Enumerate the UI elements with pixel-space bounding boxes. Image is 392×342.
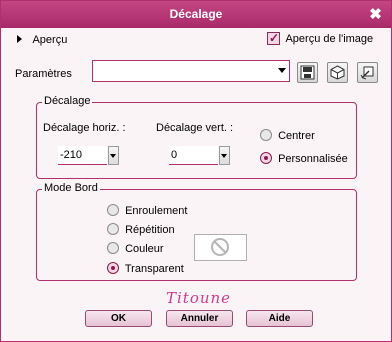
vert-offset-input[interactable]: 0: [169, 146, 218, 165]
radio-wrap[interactable]: Enroulement: [107, 204, 187, 218]
preview-image-checkbox[interactable]: Aperçu de l'image: [267, 31, 374, 46]
chevron-down-icon: [278, 68, 286, 73]
randomize-button[interactable]: [327, 62, 348, 83]
radio-wrap-label: Enroulement: [125, 205, 188, 217]
save-icon: [300, 65, 315, 80]
expand-arrow-icon: [17, 35, 22, 43]
radio-custom-label: Personnalisée: [278, 153, 348, 165]
vert-offset-label: Décalage vert. :: [156, 122, 234, 134]
radio-button[interactable]: [107, 262, 119, 274]
horiz-offset-input[interactable]: -210: [58, 146, 107, 165]
edge-mode-group-title: Mode Bord: [42, 182, 100, 194]
preview-image-label: Aperçu de l'image: [285, 33, 374, 45]
radio-button[interactable]: [107, 223, 119, 235]
cancel-button[interactable]: Annuler: [166, 310, 233, 327]
radio-button[interactable]: [107, 242, 119, 254]
params-label: Paramètres: [15, 68, 72, 80]
close-icon[interactable]: ✖: [366, 5, 385, 24]
radio-center[interactable]: Centrer: [260, 129, 315, 143]
no-color-icon: [211, 238, 229, 256]
horiz-offset-stepper[interactable]: -210: [58, 146, 121, 165]
chevron-down-icon: [110, 154, 116, 158]
checkbox[interactable]: [267, 31, 280, 45]
preview-toggle-label: Aperçu: [32, 34, 68, 46]
radio-repeat-label: Répétition: [125, 224, 175, 236]
save-preset-button[interactable]: [297, 62, 318, 83]
help-button[interactable]: Aide: [246, 310, 313, 327]
radio-transparent-label: Transparent: [124, 263, 184, 275]
horiz-offset-spin-button[interactable]: [108, 146, 119, 165]
radio-color-label: Couleur: [125, 243, 164, 255]
title-bar: Décalage ✖: [1, 1, 391, 28]
dialog-window: Décalage ✖ Aperçu Aperçu de l'image Para…: [0, 0, 392, 342]
ok-button[interactable]: OK: [85, 310, 152, 327]
radio-transparent[interactable]: Transparent: [107, 262, 184, 276]
offset-group-title: Décalage: [42, 95, 93, 107]
color-swatch[interactable]: [194, 234, 247, 261]
radio-center-label: Centrer: [278, 130, 315, 142]
radio-button[interactable]: [107, 204, 119, 216]
radio-color[interactable]: Couleur: [107, 242, 164, 256]
radio-repeat[interactable]: Répétition: [107, 223, 175, 237]
reset-button[interactable]: [357, 62, 378, 83]
signature-watermark: Titoune: [166, 289, 232, 307]
reset-icon: [360, 66, 374, 80]
radio-button[interactable]: [260, 152, 272, 164]
window-title: Décalage: [169, 7, 223, 21]
vert-offset-spin-button[interactable]: [219, 146, 230, 165]
chevron-down-icon: [221, 154, 227, 158]
radio-button[interactable]: [260, 129, 272, 141]
params-select[interactable]: [92, 60, 290, 82]
vert-offset-stepper[interactable]: 0: [169, 146, 232, 165]
randomize-icon: [330, 65, 345, 80]
radio-custom[interactable]: Personnalisée: [260, 152, 348, 166]
horiz-offset-label: Décalage horiz. :: [43, 122, 126, 134]
preview-toggle[interactable]: Aperçu: [17, 33, 67, 47]
